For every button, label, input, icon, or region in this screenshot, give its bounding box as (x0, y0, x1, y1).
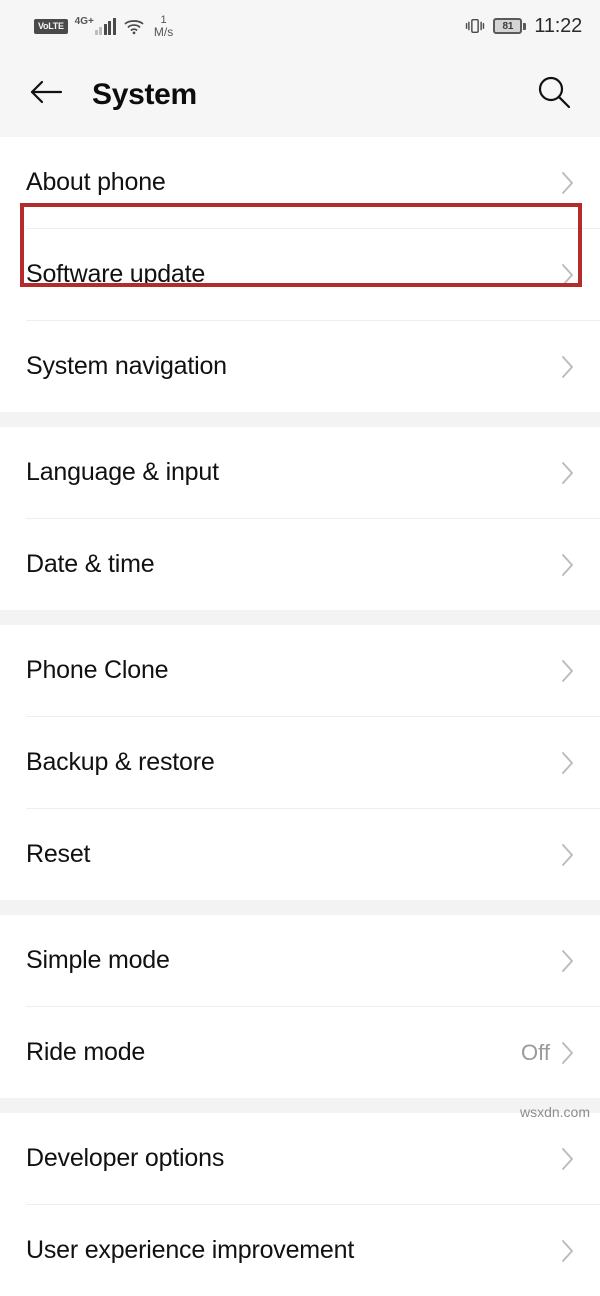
battery-tip (523, 22, 527, 30)
chevron-right-icon (560, 459, 576, 487)
list-item-trailing (560, 947, 576, 975)
list-item-label: Ride mode (26, 1038, 146, 1066)
list-item-value: Off (521, 1039, 550, 1065)
mobile-signal-group: 4G+ (75, 17, 116, 35)
list-item-trailing (560, 1145, 576, 1173)
chevron-right-icon (560, 261, 576, 289)
status-bar-right: 81 11:22 (465, 15, 582, 38)
settings-list: About phone Software update System navigat… (0, 137, 600, 1296)
list-item-about-phone[interactable]: About phone (0, 137, 600, 228)
list-item-trailing (560, 749, 576, 777)
section-gap (0, 412, 600, 427)
list-item-label: Reset (26, 840, 91, 868)
chevron-right-icon (560, 947, 576, 975)
network-type-label: 4G+ (74, 16, 94, 27)
search-button[interactable] (532, 73, 576, 117)
list-item-label: Phone Clone (26, 656, 169, 684)
chevron-right-icon (560, 749, 576, 777)
app-header: System (0, 52, 600, 137)
list-item-simple-mode[interactable]: Simple mode (0, 915, 600, 1006)
vibrate-icon (465, 17, 485, 35)
watermark: wsxdn.com (519, 1104, 590, 1120)
page-title: System (92, 77, 197, 111)
list-item-phone-clone[interactable]: Phone Clone (0, 625, 600, 716)
list-item-trailing (560, 551, 576, 579)
settings-section: Phone Clone Backup & restore Reset (0, 625, 600, 900)
status-bar-left: VoLTE 4G+ 1 M/s (34, 14, 173, 38)
data-speed-indicator: 1 M/s (154, 14, 173, 38)
list-item-trailing (560, 353, 576, 381)
list-item-label: Language & input (26, 458, 219, 486)
list-item-trailing (560, 169, 576, 197)
list-item-trailing: Off (521, 1039, 576, 1067)
list-item-trailing (560, 657, 576, 685)
battery-level-label: 81 (502, 20, 514, 32)
list-item-trailing (560, 841, 576, 869)
chevron-right-icon (560, 1039, 576, 1067)
list-item-software-update[interactable]: Software update (0, 229, 600, 320)
settings-section: Simple mode Ride mode Off (0, 915, 600, 1098)
chevron-right-icon (560, 841, 576, 869)
status-bar: VoLTE 4G+ 1 M/s 81 11:22 (0, 0, 600, 52)
battery-body: 81 (493, 18, 523, 34)
battery-icon: 81 (493, 18, 527, 34)
search-icon (535, 73, 573, 116)
section-gap (0, 610, 600, 625)
volte-icon: VoLTE (34, 18, 68, 34)
chevron-right-icon (560, 353, 576, 381)
list-item-label: System navigation (26, 352, 227, 380)
list-item-label: Simple mode (26, 946, 170, 974)
chevron-right-icon (560, 657, 576, 685)
list-item-system-navigation[interactable]: System navigation (0, 321, 600, 412)
settings-section: Language & input Date & time (0, 427, 600, 610)
chevron-right-icon (560, 1145, 576, 1173)
list-item-label: Date & time (26, 550, 155, 578)
chevron-right-icon (560, 551, 576, 579)
wifi-icon (123, 18, 145, 35)
settings-section: About phone Software update System navigat… (0, 137, 600, 412)
back-arrow-icon (28, 78, 64, 111)
list-item-developer-options[interactable]: Developer options (0, 1113, 600, 1204)
status-bar-clock: 11:22 (534, 14, 582, 37)
signal-bars-icon (94, 18, 116, 35)
list-item-trailing (560, 1237, 576, 1265)
list-item-backup-restore[interactable]: Backup & restore (0, 717, 600, 808)
list-item-language-input[interactable]: Language & input (0, 427, 600, 518)
list-item-label: Developer options (26, 1144, 225, 1172)
list-item-user-experience-improvement[interactable]: User experience improvement (0, 1205, 600, 1296)
chevron-right-icon (560, 169, 576, 197)
list-item-trailing (560, 261, 576, 289)
list-item-label: Software update (26, 260, 206, 288)
chevron-right-icon (560, 1237, 576, 1265)
section-gap (0, 1098, 600, 1113)
back-button[interactable] (26, 75, 66, 115)
list-item-trailing (560, 459, 576, 487)
settings-section: Developer options User experience improve… (0, 1113, 600, 1296)
list-item-label: About phone (26, 168, 166, 196)
list-item-date-time[interactable]: Date & time (0, 519, 600, 610)
settings-screen: VoLTE 4G+ 1 M/s 81 11:22 System About ph… (0, 0, 600, 1296)
list-item-label: Backup & restore (26, 748, 215, 776)
section-gap (0, 900, 600, 915)
data-speed-unit: M/s (153, 25, 174, 39)
list-item-reset[interactable]: Reset (0, 809, 600, 900)
list-item-label: User experience improvement (26, 1236, 355, 1264)
list-item-ride-mode[interactable]: Ride mode Off (0, 1007, 600, 1098)
